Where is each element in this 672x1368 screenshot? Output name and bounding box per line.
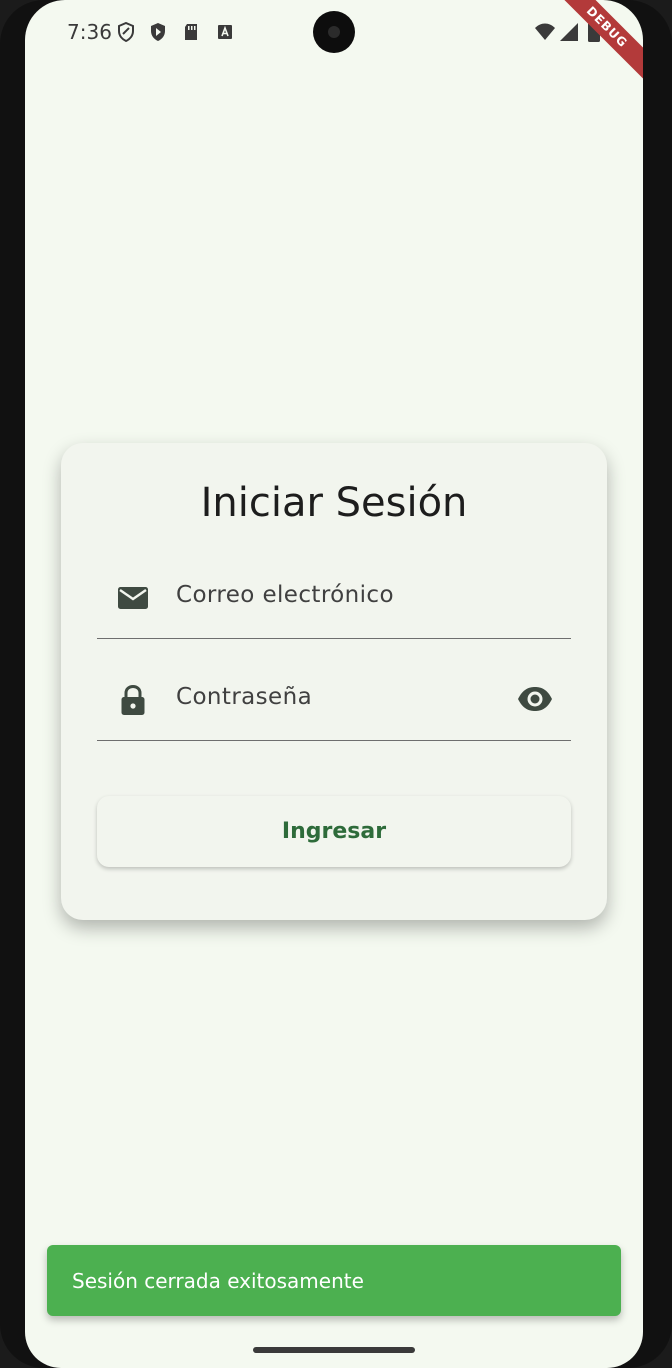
page-title: Iniciar Sesión: [200, 480, 468, 526]
app-screen: 7:36 DEBUG Iniciar Sesión Correo electró…: [25, 0, 643, 1368]
mail-icon: [118, 587, 148, 609]
sd-card-icon: [185, 24, 197, 40]
home-indicator[interactable]: [253, 1347, 415, 1353]
password-field[interactable]: Contraseña: [97, 670, 571, 741]
eye-icon[interactable]: [517, 684, 553, 714]
lock-icon: [121, 684, 145, 715]
email-field[interactable]: Correo electrónico: [97, 568, 571, 639]
snackbar: Sesión cerrada exitosamente: [47, 1245, 621, 1316]
play-protect-icon: [151, 23, 165, 41]
debug-banner: DEBUG: [549, 0, 643, 85]
password-field-label: Contraseña: [176, 684, 313, 710]
font-a-icon: [218, 25, 232, 39]
wifi-icon: [535, 23, 555, 40]
email-field-label: Correo electrónico: [176, 582, 394, 608]
shield-icon: [118, 22, 134, 42]
status-time: 7:36: [67, 20, 112, 44]
front-camera: [313, 11, 355, 53]
status-bar: 7:36 DEBUG: [25, 0, 643, 85]
login-button[interactable]: Ingresar: [97, 796, 571, 867]
signal-icon: [560, 23, 578, 41]
snackbar-message: Sesión cerrada exitosamente: [72, 1269, 364, 1293]
phone-frame: 7:36 DEBUG Iniciar Sesión Correo electró…: [0, 0, 672, 1368]
